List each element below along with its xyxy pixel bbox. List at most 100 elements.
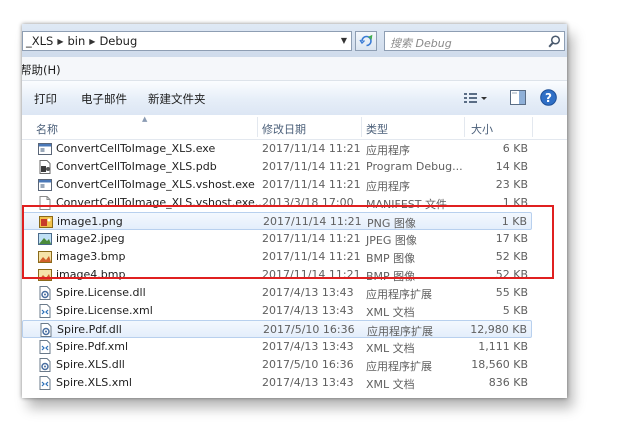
file-row[interactable]: ConvertCellToImage_XLS.pdb 2017/11/14 11:… (22, 158, 532, 176)
column-name[interactable]: 名称 (36, 121, 58, 137)
file-name: Spire.License.dll (56, 286, 146, 299)
file-date: 2017/4/13 13:43 (262, 286, 354, 299)
file-row[interactable]: image4.bmp 2017/11/14 11:21 BMP 图像 52 KB (22, 266, 532, 284)
refresh-button[interactable] (355, 31, 377, 51)
file-name: image3.bmp (56, 250, 126, 263)
file-date: 2017/5/10 16:36 (263, 323, 355, 336)
column-size[interactable]: 大小 (471, 121, 493, 137)
column-date[interactable]: 修改日期 (262, 121, 306, 137)
xml-icon (37, 375, 53, 391)
file-date: 2017/11/14 11:21 (262, 250, 361, 263)
svg-text:?: ? (545, 91, 552, 105)
xml-icon (37, 303, 53, 319)
file-size: 836 KB (488, 376, 528, 389)
file-size: 1,111 KB (478, 340, 528, 353)
file-size: 52 KB (495, 250, 528, 263)
file-row[interactable]: Spire.Pdf.dll 2017/5/10 16:36 应用程序扩展 12,980… (22, 320, 532, 338)
column-divider[interactable] (361, 117, 362, 137)
file-name: image1.png (57, 215, 123, 228)
file-date: 2017/11/14 11:21 (262, 232, 361, 245)
explorer-window: _XLS ▶ bin ▶ Debug ▼ 搜索 Debug 帮助(H) 打印 电 (22, 24, 567, 398)
file-size: 1 KB (501, 215, 527, 228)
file-type: XML 文档 (366, 306, 415, 319)
file-type: PNG 图像 (367, 217, 416, 230)
new-folder-button[interactable]: 新建文件夹 (148, 91, 206, 107)
address-dropdown-icon[interactable]: ▼ (341, 36, 347, 45)
breadcrumb-separator-icon[interactable]: ▶ (88, 37, 96, 46)
preview-pane-icon[interactable] (510, 90, 526, 108)
column-header: ▲ 名称 修改日期 类型 大小 (22, 115, 567, 140)
file-size: 14 KB (495, 160, 528, 173)
command-toolbar: 打印 电子邮件 新建文件夹 ? (22, 81, 567, 116)
pdb-icon (37, 159, 53, 175)
dll-icon (37, 285, 53, 301)
file-type: MANIFEST 文件 (366, 198, 447, 211)
file-size: 23 KB (495, 178, 528, 191)
file-row[interactable]: Spire.License.xml 2017/4/13 13:43 XML 文档 5 … (22, 302, 532, 320)
file-date: 2017/11/14 11:21 (262, 142, 361, 155)
file-row[interactable]: ConvertCellToImage_XLS.vshost.exe 2017/11… (22, 176, 532, 194)
file-date: 2013/3/18 17:00 (262, 196, 354, 209)
view-options-icon[interactable] (464, 92, 488, 107)
file-type: Program Debug... (366, 160, 463, 173)
file-name: Spire.License.xml (56, 304, 153, 317)
column-divider[interactable] (464, 117, 465, 137)
file-name: Spire.XLS.xml (56, 376, 132, 389)
dll-icon (37, 357, 53, 373)
file-name: ConvertCellToImage_XLS.vshost.exe.... (56, 196, 269, 209)
file-type: XML 文档 (366, 378, 415, 391)
column-type[interactable]: 类型 (366, 121, 388, 137)
file-date: 2017/5/10 16:36 (262, 358, 354, 371)
file-name: Spire.XLS.dll (56, 358, 125, 371)
file-size: 12,980 KB (470, 323, 527, 336)
email-button[interactable]: 电子邮件 (81, 91, 127, 107)
breadcrumb-separator-icon[interactable]: ▶ (56, 37, 64, 46)
file-row[interactable]: Spire.XLS.xml 2017/4/13 13:43 XML 文档 836 KB (22, 374, 532, 392)
bmp-icon (37, 249, 53, 265)
file-date: 2017/4/13 13:43 (262, 304, 354, 317)
breadcrumb-xls[interactable]: _XLS (23, 34, 56, 48)
sort-ascending-icon: ▲ (142, 115, 148, 123)
column-divider[interactable] (532, 117, 533, 137)
file-type: 应用程序扩展 (367, 325, 433, 338)
menu-bar: 帮助(H) (22, 57, 567, 81)
file-date: 2017/11/14 11:21 (262, 178, 361, 191)
manifest-icon (37, 195, 53, 211)
file-name: Spire.Pdf.xml (56, 340, 129, 353)
png-icon (38, 214, 54, 230)
file-row[interactable]: Spire.Pdf.xml 2017/4/13 13:43 XML 文档 1,111 … (22, 338, 532, 356)
file-row[interactable]: image1.png 2017/11/14 11:21 PNG 图像 1 KB (22, 212, 532, 230)
file-row[interactable]: Spire.XLS.dll 2017/5/10 16:36 应用程序扩展 18,560… (22, 356, 532, 374)
exe-icon (37, 177, 53, 193)
exe-icon (37, 141, 53, 157)
file-row[interactable]: ConvertCellToImage_XLS.exe 2017/11/14 11:… (22, 140, 532, 158)
file-name: ConvertCellToImage_XLS.vshost.exe (56, 178, 255, 191)
file-name: image2.jpeg (56, 232, 125, 245)
file-type: XML 文档 (366, 342, 415, 355)
help-icon[interactable]: ? (540, 89, 557, 109)
file-date: 2017/11/14 11:21 (262, 268, 361, 281)
file-type: 应用程序扩展 (366, 288, 432, 301)
dll-icon (38, 322, 54, 338)
breadcrumb-debug[interactable]: Debug (96, 34, 140, 48)
column-divider[interactable] (257, 117, 258, 137)
print-button[interactable]: 打印 (34, 91, 57, 107)
file-type: JPEG 图像 (366, 234, 417, 247)
file-size: 55 KB (495, 286, 528, 299)
address-field[interactable]: _XLS ▶ bin ▶ Debug ▼ (22, 31, 352, 51)
menu-help[interactable]: 帮助(H) (22, 62, 61, 78)
breadcrumb-bin[interactable]: bin (65, 34, 89, 48)
file-row[interactable]: ConvertCellToImage_XLS.vshost.exe.... 201… (22, 194, 532, 212)
file-type: BMP 图像 (366, 270, 416, 283)
search-icon[interactable] (548, 35, 561, 48)
file-date: 2017/4/13 13:43 (262, 376, 354, 389)
search-placeholder: 搜索 Debug (390, 37, 452, 50)
search-input[interactable]: 搜索 Debug (384, 31, 565, 51)
file-row[interactable]: image3.bmp 2017/11/14 11:21 BMP 图像 52 KB (22, 248, 532, 266)
file-type: 应用程序 (366, 180, 410, 193)
address-bar-area: _XLS ▶ bin ▶ Debug ▼ 搜索 Debug (22, 24, 567, 57)
file-row[interactable]: image2.jpeg 2017/11/14 11:21 JPEG 图像 17 KB (22, 230, 532, 248)
refresh-icon (359, 34, 373, 47)
file-date: 2017/11/14 11:21 (263, 215, 362, 228)
file-row[interactable]: Spire.License.dll 2017/4/13 13:43 应用程序扩展 55… (22, 284, 532, 302)
